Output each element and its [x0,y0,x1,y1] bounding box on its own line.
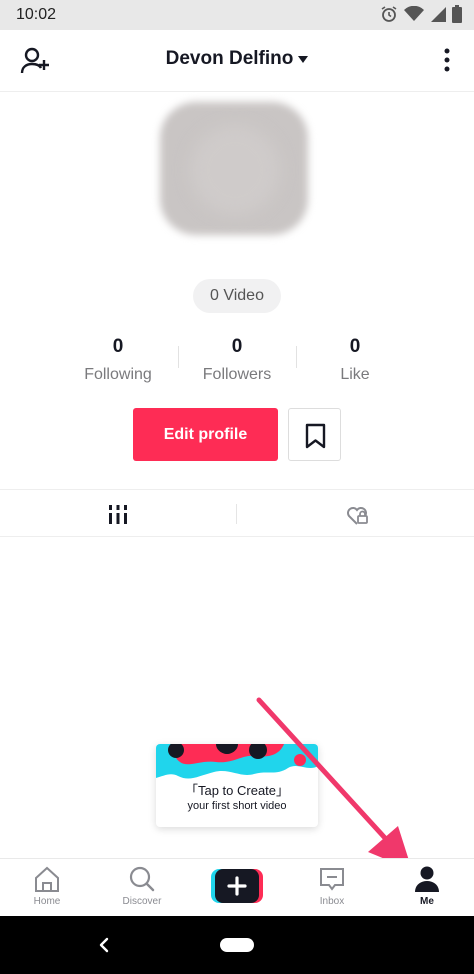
nav-me[interactable]: Me [387,865,467,907]
nav-home[interactable]: Home [7,865,87,907]
stat-label: Followers [202,366,272,383]
bottom-navigation: Home Discover Inbox Me [0,858,474,916]
stat-value: 0 [349,336,361,357]
nav-label: Home [33,896,61,907]
create-plus-icon [211,869,263,903]
tooltip-title: 「Tap to Create」 [184,783,290,798]
profile-header: Devon Delfino [0,30,474,92]
home-pill-button[interactable] [220,938,254,952]
stat-value: 0 [112,336,124,357]
inbox-icon [320,868,344,891]
content-tabs [0,489,474,537]
stat-label: Like [340,366,370,383]
nav-inbox[interactable]: Inbox [292,865,372,907]
back-icon[interactable] [96,935,112,955]
video-count-badge: 0 Video [193,279,281,313]
status-time: 10:02 [16,6,57,23]
home-icon [35,866,59,892]
battery-icon [452,5,462,23]
edit-profile-button[interactable]: Edit profile [133,408,278,461]
stat-value: 0 [231,336,243,357]
status-icons [380,5,462,23]
account-switcher[interactable]: Devon Delfino [0,48,474,70]
person-icon [415,866,439,892]
nav-label: Inbox [319,896,345,907]
liked-private-icon[interactable] [339,498,375,530]
stat-likes[interactable]: 0 Like [295,336,415,384]
nav-label: Discover [122,896,162,907]
signal-icon [431,7,446,22]
search-icon [129,866,155,892]
tooltip-subtitle: your first short video [187,800,287,812]
alarm-icon [381,6,397,22]
username: Devon Delfino [165,48,294,69]
stat-label: Following [84,366,152,383]
create-button[interactable] [211,869,263,903]
nav-discover[interactable]: Discover [102,865,182,907]
favorites-button[interactable] [288,408,341,461]
more-options-icon[interactable] [442,47,452,73]
create-tooltip[interactable]: 「Tap to Create」 your first short video [156,744,318,827]
avatar-highlight [190,125,280,215]
bookmark-icon [305,423,326,449]
stat-followers[interactable]: 0 Followers [177,336,297,384]
stat-following[interactable]: 0 Following [58,336,178,384]
chevron-down-icon [298,56,309,64]
nav-label: Me [420,896,434,907]
tab-divider [236,504,237,524]
wifi-icon [404,6,424,21]
system-navigation-bar [0,916,474,974]
status-bar: 10:02 [0,0,474,30]
grid-icon[interactable] [100,500,136,528]
tooltip-banner-art [156,744,318,779]
